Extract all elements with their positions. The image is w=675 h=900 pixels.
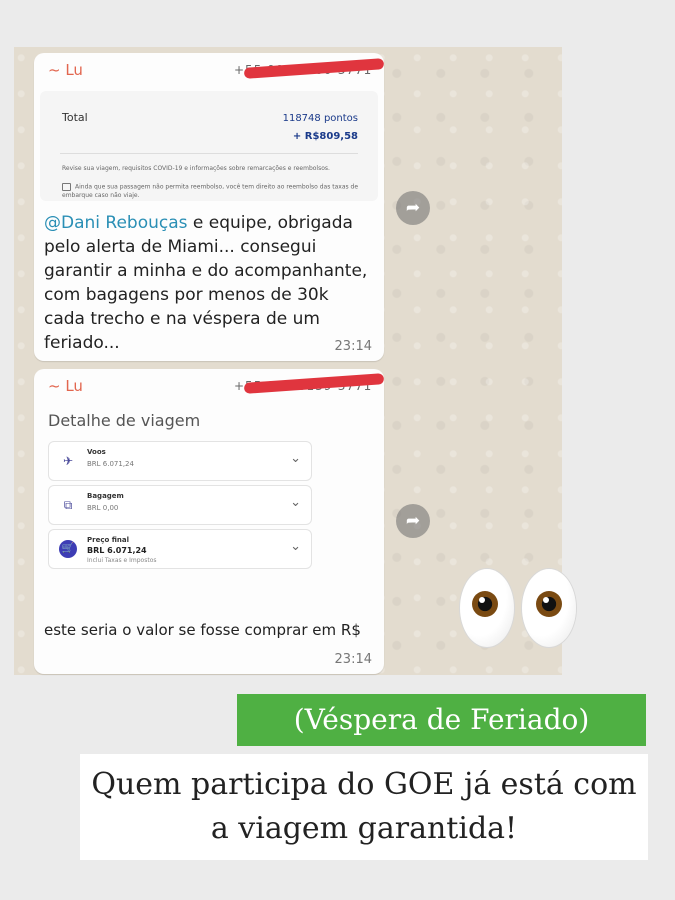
divider [60,153,358,154]
flights-card[interactable]: ✈ Voos BRL 6.071,24 ⌄ [48,441,312,481]
review-note: Revise sua viagem, requisitos COVID-19 e… [62,165,330,172]
plane-icon: ✈ [62,454,74,468]
message-time: 23:14 [334,652,372,667]
cash-value: + R$809,58 [292,131,358,142]
caption-goe: Quem participa do GOE já está com a viag… [80,754,648,860]
final-price-card[interactable]: 🛒 Preço final BRL 6.071,24 Inclui Taxas … [48,529,312,569]
chevron-down-icon[interactable]: ⌄ [290,451,301,466]
info-icon [62,183,71,191]
quoted-image[interactable]: Total 118748 pontos + R$809,58 Revise su… [40,91,378,201]
card-value: BRL 6.071,24 [87,546,147,555]
share-arrow-icon: ➦ [405,511,421,531]
total-label: Total [62,111,88,124]
message-text: @Dani Rebouças e equipe, obrigada pelo a… [44,211,374,355]
mention-link[interactable]: @Dani Rebouças [44,213,188,233]
eye-left [460,569,514,647]
message-body: e equipe, obrigada pelo alerta de Miami.… [44,213,368,353]
baggage-card[interactable]: ⧉ Bagagem BRL 0,00 ⌄ [48,485,312,525]
eye-right [522,569,576,647]
card-title: Preço final [87,536,130,544]
points-value: 118748 pontos [282,113,358,124]
card-value: BRL 6.071,24 [87,460,134,468]
card-title: Voos [87,448,106,456]
forward-button[interactable]: ➦ [396,191,430,225]
refund-note: Ainda que sua passagem não permita reemb… [62,183,362,200]
share-arrow-icon: ➦ [405,198,421,218]
refund-note-text: Ainda que sua passagem não permita reemb… [62,183,359,199]
detail-title: Detalhe de viagem [48,411,201,430]
card-value: BRL 0,00 [87,504,119,512]
eyes-emoji [460,569,578,649]
card-title: Bagagem [87,492,124,500]
chevron-down-icon[interactable]: ⌄ [290,539,301,554]
message-time: 23:14 [334,339,372,354]
card-subtitle: Inclui Taxas e Impostos [87,557,157,564]
sender-name[interactable]: ~ Lu [48,377,83,395]
forward-button[interactable]: ➦ [396,504,430,538]
caption-holiday: (Véspera de Feriado) [237,694,646,746]
message-bubble-2[interactable]: ~ Lu +55 00 00139-3771 Detalhe de viagem… [34,369,385,674]
luggage-icon: ⧉ [63,498,73,512]
cart-icon: 🛒 [59,540,77,558]
message-bubble-1[interactable]: ~ Lu +55 00 00000-3771 Total 118748 pont… [34,53,385,361]
chevron-down-icon[interactable]: ⌄ [290,495,301,510]
sender-name[interactable]: ~ Lu [48,61,83,79]
message-text: este seria o valor se fosse comprar em R… [44,621,361,639]
